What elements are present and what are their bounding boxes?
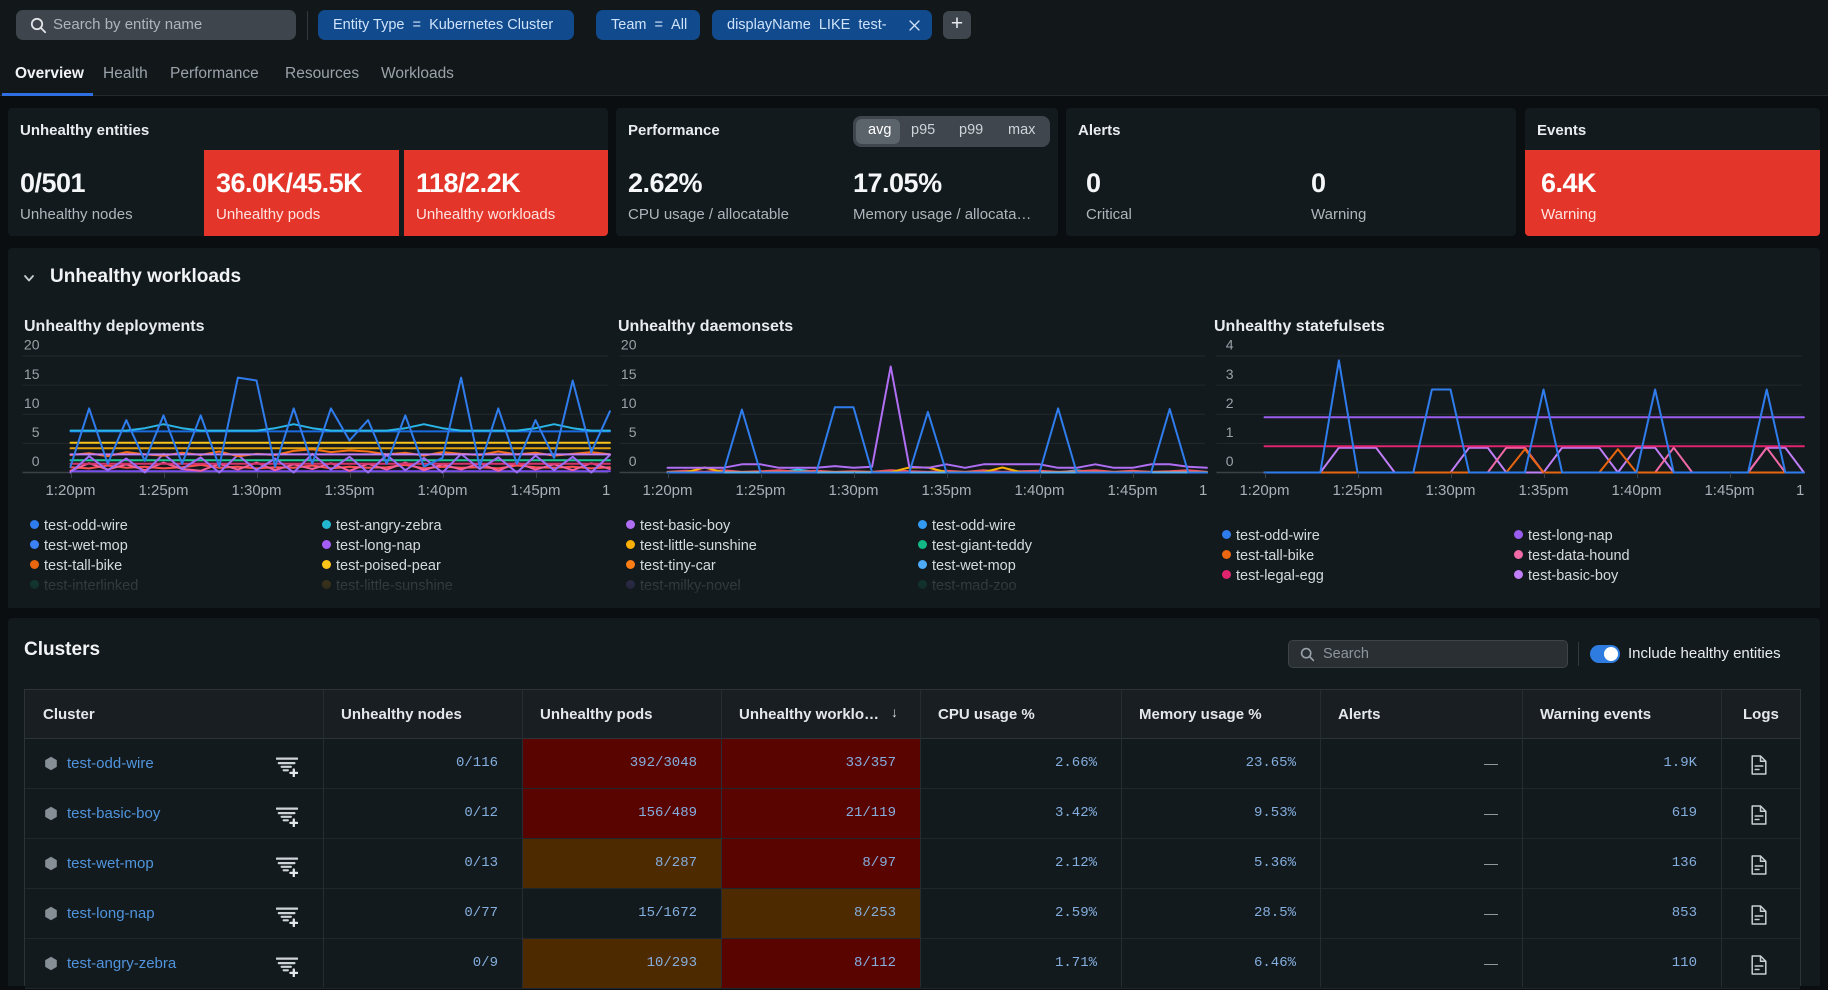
svg-text:1:25pm: 1:25pm <box>1332 482 1382 499</box>
svg-text:1: 1 <box>1796 482 1804 499</box>
svg-text:15: 15 <box>621 366 637 382</box>
svg-text:1:45pm: 1:45pm <box>1107 482 1157 499</box>
svg-text:1:40pm: 1:40pm <box>417 482 467 499</box>
svg-text:1:25pm: 1:25pm <box>735 482 785 499</box>
svg-text:1:30pm: 1:30pm <box>231 482 281 499</box>
svg-text:0: 0 <box>629 453 637 469</box>
svg-text:5: 5 <box>32 424 40 440</box>
svg-text:1: 1 <box>1226 424 1234 440</box>
svg-text:1:20pm: 1:20pm <box>45 482 95 499</box>
svg-text:1:40pm: 1:40pm <box>1611 482 1661 499</box>
svg-text:20: 20 <box>24 337 40 353</box>
svg-text:1:35pm: 1:35pm <box>324 482 374 499</box>
svg-text:20: 20 <box>621 337 637 353</box>
svg-text:1:20pm: 1:20pm <box>1239 482 1289 499</box>
svg-text:5: 5 <box>629 424 637 440</box>
svg-text:1:20pm: 1:20pm <box>642 482 692 499</box>
svg-text:10: 10 <box>621 395 637 411</box>
svg-text:1: 1 <box>1199 482 1207 499</box>
svg-text:0: 0 <box>32 453 40 469</box>
svg-text:1: 1 <box>602 482 610 499</box>
svg-text:1:35pm: 1:35pm <box>921 482 971 499</box>
svg-text:1:40pm: 1:40pm <box>1014 482 1064 499</box>
svg-text:1:30pm: 1:30pm <box>828 482 878 499</box>
svg-text:2: 2 <box>1226 395 1234 411</box>
svg-text:0: 0 <box>1226 453 1234 469</box>
svg-text:1:30pm: 1:30pm <box>1425 482 1475 499</box>
svg-text:10: 10 <box>24 395 40 411</box>
svg-text:3: 3 <box>1226 366 1234 382</box>
svg-text:4: 4 <box>1226 337 1234 353</box>
svg-text:15: 15 <box>24 366 40 382</box>
svg-text:1:25pm: 1:25pm <box>138 482 188 499</box>
svg-text:1:45pm: 1:45pm <box>510 482 560 499</box>
svg-text:1:45pm: 1:45pm <box>1704 482 1754 499</box>
svg-text:1:35pm: 1:35pm <box>1518 482 1568 499</box>
